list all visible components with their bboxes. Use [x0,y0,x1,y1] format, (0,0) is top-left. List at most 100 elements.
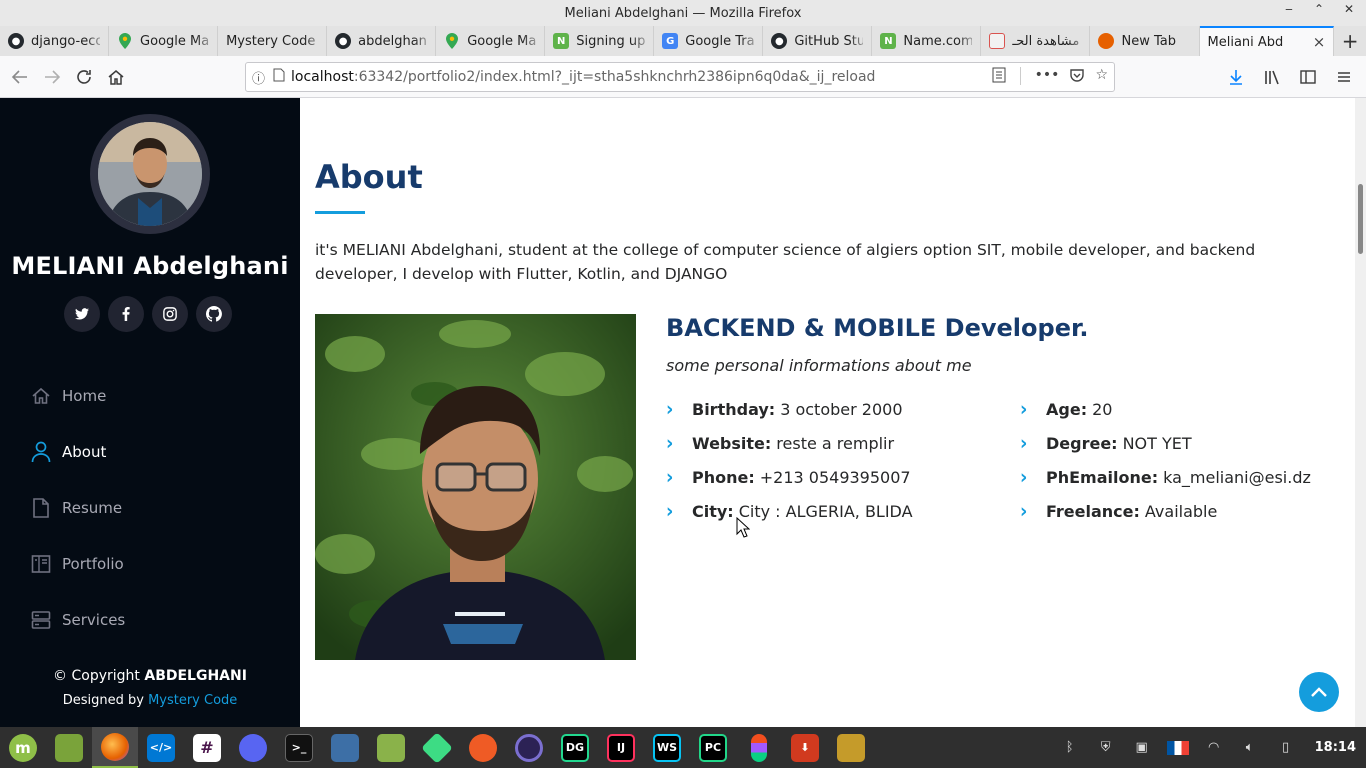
tab-label: Meliani Abd [1207,34,1284,50]
browser-tab[interactable]: ● GitHub Stu [763,26,873,56]
screenshot-icon[interactable] [322,727,368,768]
eclipse-icon[interactable] [506,727,552,768]
server-icon [30,609,52,631]
slack-icon[interactable]: # [184,727,230,768]
info-item-freelance: › Freelance: Available [1020,494,1311,528]
new-tab-icon[interactable]: + [1334,26,1366,56]
facebook-icon[interactable] [108,296,144,332]
vscode-icon[interactable]: </> [138,727,184,768]
portfolio-sidebar: MELIANI Abdelghani Home About Resume Por… [0,98,300,727]
clock[interactable]: 18:14 [1315,740,1356,755]
file-icon [30,497,52,519]
system-tray: ᛒ ⛨ ▣ ◠ 🔈︎ ▯ 18:14 [1057,727,1356,768]
nav-item-portfolio[interactable]: Portfolio [30,536,125,592]
close-window-icon[interactable]: ✕ [1342,2,1356,16]
folder-icon[interactable] [368,727,414,768]
system-taskbar: m </> # >_ DG IJ WS PC ⬇ ᛒ ⛨ ▣ ◠ 🔈︎ ▯ 18… [0,727,1366,768]
postman-icon[interactable] [460,727,506,768]
sidebar-toggle-icon[interactable] [1292,61,1324,93]
role-subtitle: some personal informations about me [666,356,972,375]
info-value: Available [1144,501,1218,521]
info-label: Website: [692,433,772,453]
tab-label: django-eco [31,33,101,49]
library-icon[interactable] [1256,61,1288,93]
scrollbar-thumb[interactable] [1358,184,1363,254]
nav-item-resume[interactable]: Resume [30,480,125,536]
github-icon[interactable] [196,296,232,332]
tab-label: Google Ma [467,33,537,49]
downloads-icon[interactable] [1220,61,1252,93]
battery-icon[interactable]: ▯ [1273,740,1299,755]
discord-icon[interactable] [230,727,276,768]
browser-tab[interactable]: ● abdelghani [327,26,437,56]
files-icon[interactable] [46,727,92,768]
close-tab-icon[interactable]: × [1313,33,1326,51]
tab-strip: ● django-eco Google Ma Mystery Code ● ab… [0,26,1366,56]
browser-tab-active[interactable]: Meliani Abd × [1199,26,1335,56]
datagrip-icon[interactable]: DG [552,727,598,768]
figma-icon[interactable] [736,727,782,768]
clipboard-icon[interactable]: ▣ [1129,740,1155,755]
bookmark-star-icon[interactable]: ☆ [1095,67,1108,87]
pycharm-icon[interactable]: PC [690,727,736,768]
mint-menu-icon[interactable]: m [0,727,46,768]
reader-view-icon[interactable] [992,67,1006,87]
divider [1019,67,1021,85]
browser-tab[interactable]: N Name.com [872,26,982,56]
network-tool-icon[interactable] [828,727,874,768]
volume-icon[interactable]: 🔈︎ [1237,740,1263,755]
n-icon: N [553,33,570,49]
url-bar[interactable]: ⓘ localhost:63342/portfolio2/index.html?… [245,62,1115,92]
forward-icon[interactable] [36,61,68,93]
intellij-icon[interactable]: IJ [598,727,644,768]
tab-label: Google Ma [140,33,210,49]
info-value: City : ALGERIA, BLIDA [738,501,913,521]
page-actions-icon[interactable]: ••• [1035,67,1060,87]
flag-fr-icon[interactable] [1165,740,1191,755]
browser-tab[interactable]: ● django-eco [0,26,110,56]
copyright-name: ABDELGHANI [144,668,247,684]
about-section: About it's MELIANI Abdelghani, student a… [300,98,1355,727]
browser-tab[interactable]: Google Ma [109,26,219,56]
chevron-right-icon: › [666,499,674,523]
google-translate-icon: G [662,33,679,49]
designer-link[interactable]: Mystery Code [148,693,237,708]
browser-tab[interactable]: N Signing up [545,26,655,56]
page-scrollbar[interactable] [1355,98,1366,727]
nav-item-home[interactable]: Home [30,368,125,424]
android-studio-icon[interactable] [414,727,460,768]
info-value: ka_meliani@esi.dz [1163,467,1311,487]
browser-tab[interactable]: مشاهدة الحـ [981,26,1091,56]
chevron-right-icon: › [1020,397,1028,421]
info-value: NOT YET [1122,433,1192,453]
browser-tab[interactable]: G Google Tra [654,26,764,56]
chevron-right-icon: › [666,465,674,489]
browser-tab[interactable]: Google Ma [436,26,546,56]
menu-icon[interactable] [1328,61,1360,93]
browser-tab[interactable]: New Tab [1090,26,1200,56]
webstorm-icon[interactable]: WS [644,727,690,768]
terminal-icon[interactable]: >_ [276,727,322,768]
wifi-icon[interactable]: ◠ [1201,740,1227,755]
designed-by: Designed by Mystery Code [0,693,300,708]
tab-label: Google Tra [685,33,755,49]
back-to-top-button[interactable] [1299,672,1339,712]
bluetooth-icon[interactable]: ᛒ [1057,740,1083,755]
restore-icon[interactable]: ⌃ [1312,2,1326,16]
site-info-icon[interactable]: ⓘ [252,68,265,87]
back-icon[interactable] [4,61,36,93]
reload-icon[interactable] [68,61,100,93]
instagram-icon[interactable] [152,296,188,332]
browser-tab[interactable]: Mystery Code [218,26,328,56]
info-label: Freelance: [1046,501,1140,521]
downloader-icon[interactable]: ⬇ [782,727,828,768]
nav-item-about[interactable]: About [30,424,125,480]
minimize-icon[interactable]: ‒ [1282,2,1296,16]
home-icon[interactable] [100,61,132,93]
chevron-right-icon: › [1020,499,1028,523]
shield-info-icon[interactable]: ⛨ [1093,740,1119,755]
twitter-icon[interactable] [64,296,100,332]
firefox-icon[interactable] [92,727,138,768]
nav-item-services[interactable]: Services [30,592,125,648]
pocket-icon[interactable] [1069,67,1085,87]
